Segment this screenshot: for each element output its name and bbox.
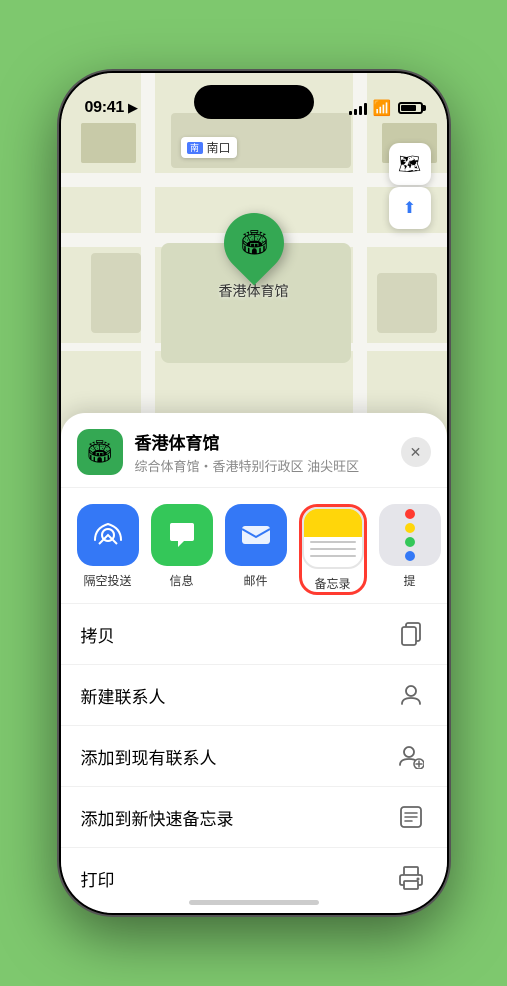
status-time: 09:41 [85,99,124,117]
share-item-more[interactable]: 提 [379,504,441,595]
bottom-sheet: 🏟 香港体育馆 综合体育馆・香港特别行政区 油尖旺区 ✕ [61,413,447,913]
share-item-airdrop[interactable]: 隔空投送 [77,504,139,595]
action-add-notes-label: 添加到新快速备忘录 [81,805,234,830]
share-row: 隔空投送 信息 [61,488,447,604]
notes-label: 备忘录 [314,575,350,592]
more-dots [405,509,415,561]
pin-circle: 🏟 [211,201,296,286]
map-type-button[interactable]: 🗺 [389,143,431,185]
mail-label: 邮件 [243,572,267,589]
notes-lines [304,533,362,561]
map-block3 [377,273,437,333]
add-existing-icon [395,740,427,772]
phone-screen: 09:41 ▶ 📶 [61,73,447,913]
dynamic-island [194,85,314,119]
location-pin: 🏟 香港体育馆 [219,213,289,301]
map-controls: 🗺 ⬆ [389,143,431,229]
airdrop-label: 隔空投送 [83,572,131,589]
map-label-top: 南 南口 [181,137,237,158]
messages-label: 信息 [169,572,193,589]
location-button[interactable]: ⬆ [389,187,431,229]
more-icon-wrap [379,504,441,566]
venue-subtitle: 综合体育馆・香港特别行政区 油尖旺区 [135,456,401,475]
new-contact-icon [395,679,427,711]
battery-icon [398,102,423,114]
messages-icon [164,517,200,553]
venue-name: 香港体育馆 [135,429,401,454]
location-arrow-icon: ▶ [128,100,138,116]
mail-icon-wrap [225,504,287,566]
label-dot: 南 [187,142,203,154]
action-print[interactable]: 打印 [61,848,447,908]
wifi-icon: 📶 [373,99,392,117]
action-list: 拷贝 新建联系人 [61,604,447,908]
airdrop-icon-wrap [77,504,139,566]
venue-info: 香港体育馆 综合体育馆・香港特别行政区 油尖旺区 [135,429,401,475]
map-label-text: 南口 [207,139,231,156]
action-new-contact-label: 新建联系人 [81,683,166,708]
notes-icon-wrap [302,507,364,569]
print-icon [395,862,427,894]
action-add-notes[interactable]: 添加到新快速备忘录 [61,787,447,848]
phone-frame: 09:41 ▶ 📶 [59,71,449,915]
action-new-contact[interactable]: 新建联系人 [61,665,447,726]
share-item-mail[interactable]: 邮件 [225,504,287,595]
status-icons: 📶 [349,99,423,117]
map-building1 [81,123,136,163]
action-print-label: 打印 [81,866,115,891]
pin-emoji: 🏟 [238,229,268,258]
messages-icon-wrap [151,504,213,566]
more-label: 提 [403,572,415,589]
share-item-notes[interactable]: 备忘录 [299,504,367,595]
copy-icon [395,618,427,650]
mail-icon [238,517,274,553]
add-notes-icon [395,801,427,833]
action-copy-label: 拷贝 [81,622,115,647]
close-button[interactable]: ✕ [401,437,431,467]
sheet-header: 🏟 香港体育馆 综合体育馆・香港特别行政区 油尖旺区 ✕ [61,413,447,488]
action-add-existing-label: 添加到现有联系人 [81,744,217,769]
action-add-existing[interactable]: 添加到现有联系人 [61,726,447,787]
venue-icon: 🏟 [77,429,123,475]
airdrop-icon [91,518,125,552]
signal-bars-icon [349,101,367,115]
home-indicator [189,900,319,905]
map-block2 [91,253,141,333]
action-copy[interactable]: 拷贝 [61,604,447,665]
share-item-messages[interactable]: 信息 [151,504,213,595]
